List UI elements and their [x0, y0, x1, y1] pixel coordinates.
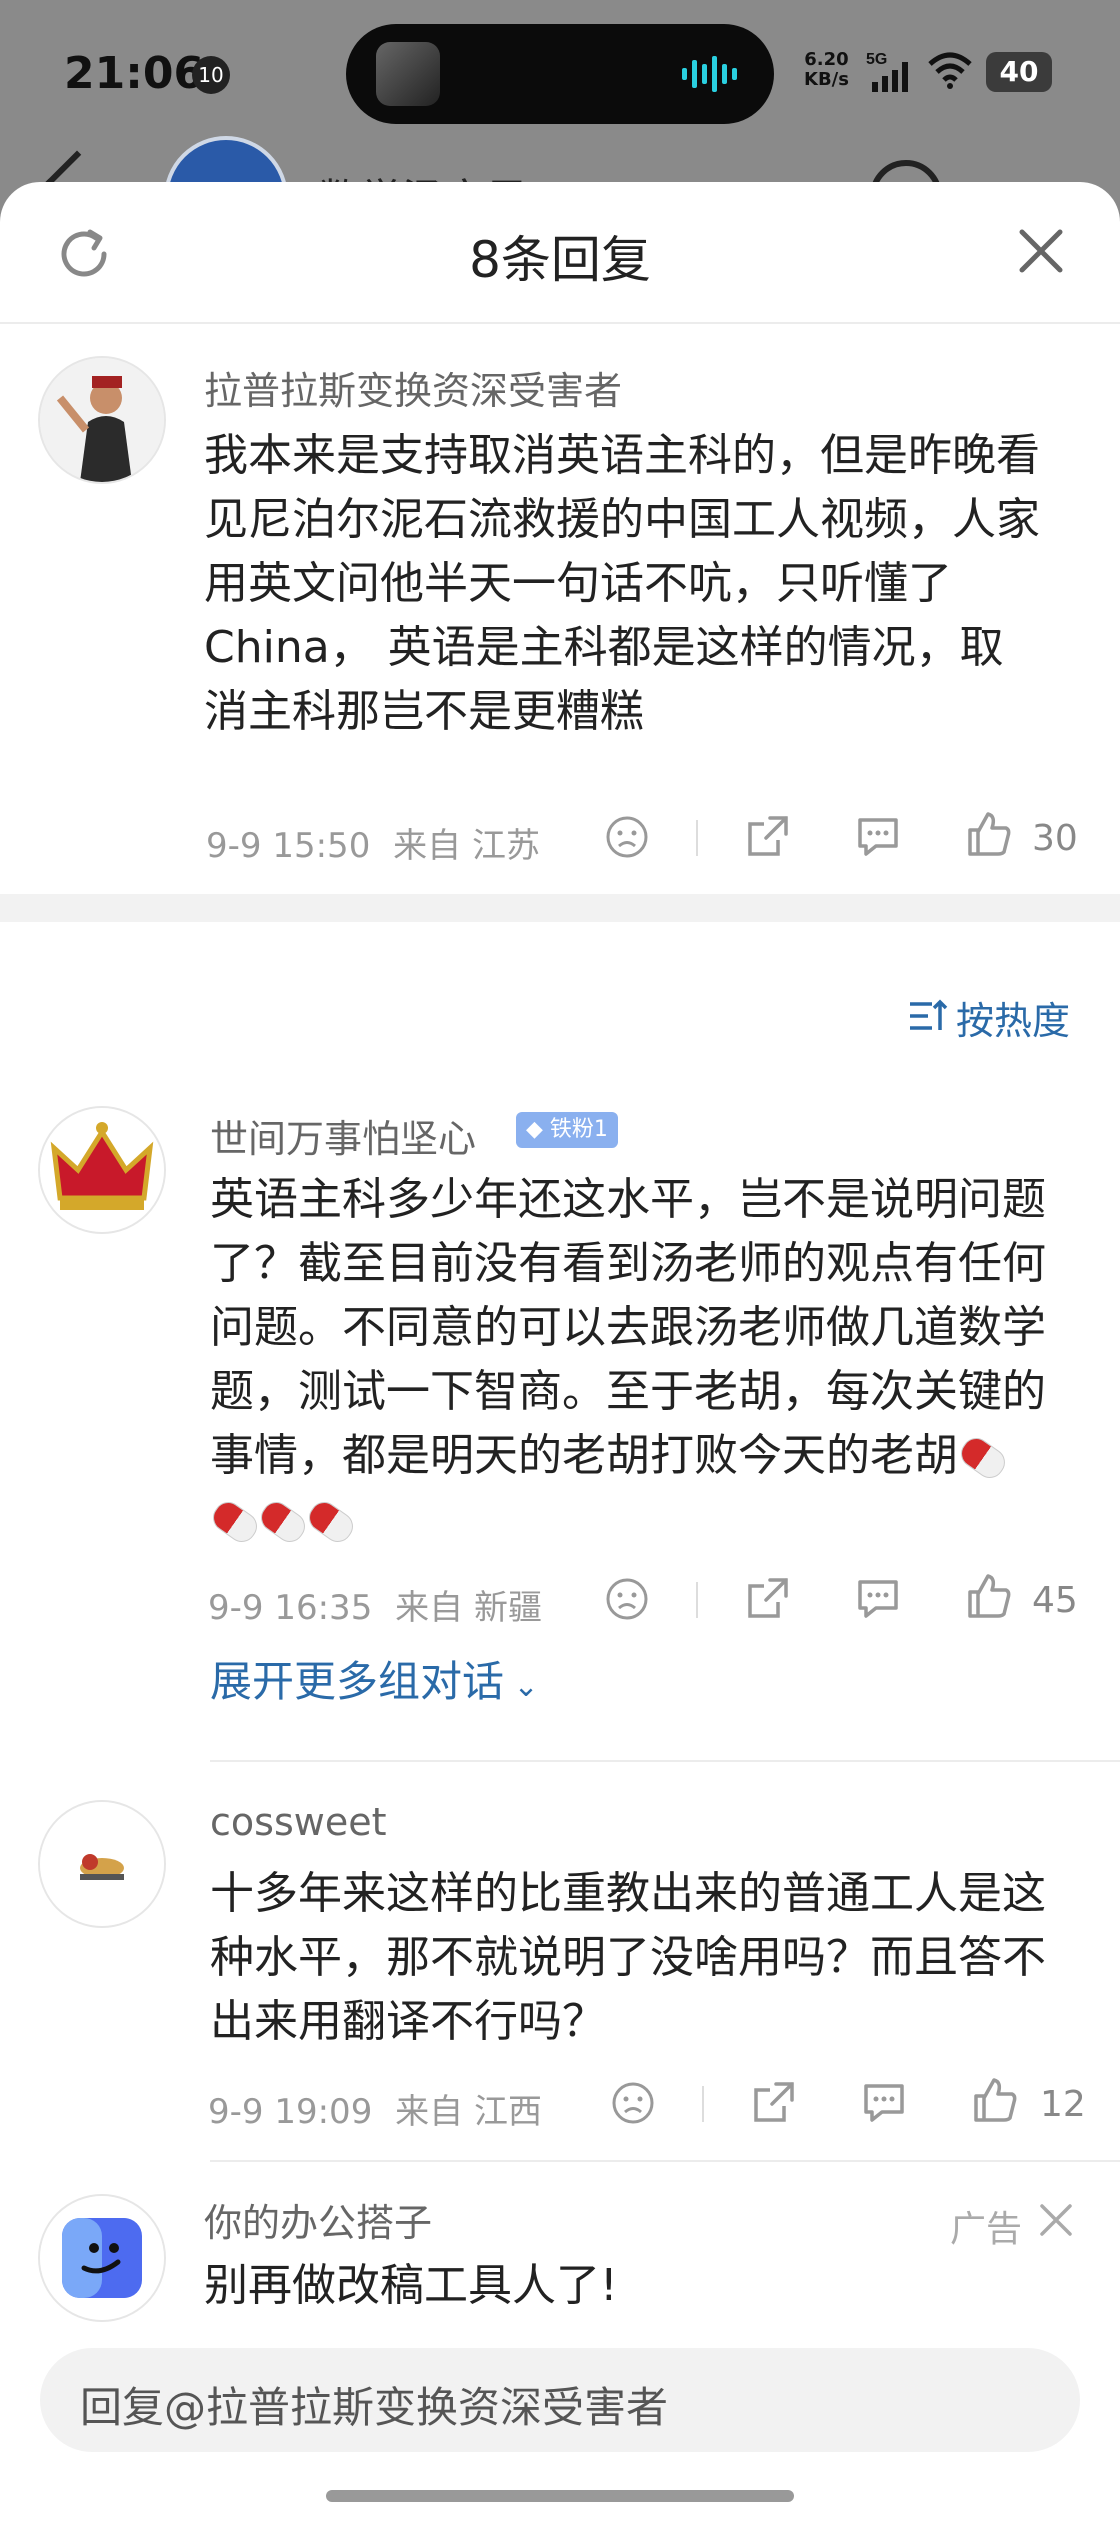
ad-label: 广告: [950, 2209, 1023, 2250]
sheet-header: 8条回复: [0, 182, 1120, 324]
fan-level-badge: ◆ 铁粉1: [516, 1112, 618, 1148]
divider: [696, 820, 698, 856]
comment-icon[interactable]: [854, 1576, 902, 1622]
home-indicator[interactable]: [326, 2490, 794, 2502]
divider: [702, 2086, 704, 2122]
dynamic-island[interactable]: [346, 24, 774, 124]
divider: [210, 1760, 1120, 1762]
reply-input-placeholder: 回复@拉普拉斯变换资深受害者: [80, 2383, 669, 2432]
share-icon[interactable]: [744, 1574, 792, 1622]
clock: 21:06: [64, 48, 205, 99]
expand-conversation-link[interactable]: 展开更多组对话 ⌄: [210, 1648, 539, 1709]
user-avatar-image: [40, 358, 164, 482]
sheet-title: 8条回复: [469, 231, 651, 289]
close-icon[interactable]: [1016, 226, 1066, 276]
avatar[interactable]: [38, 356, 166, 484]
like-icon[interactable]: [964, 1572, 1012, 1620]
close-ad-icon[interactable]: [1036, 2200, 1076, 2240]
user-avatar-image: [40, 1802, 164, 1926]
ad-content[interactable]: 别再做改稿工具人了!: [204, 2254, 1044, 2318]
dislike-face-icon[interactable]: [604, 1576, 650, 1622]
like-count: 30: [1032, 818, 1078, 859]
reply-date: 9-9 19:09 来自 江西: [208, 2092, 542, 2132]
comment-icon[interactable]: [854, 814, 902, 860]
reply-sheet: 8条回复 拉普拉斯变换资深受害者 我本来是支持取消英语主科的，但是昨晚看见尼泊尔…: [0, 182, 1120, 2528]
avatar[interactable]: [38, 1106, 166, 1234]
comment-icon[interactable]: [860, 2080, 908, 2126]
avatar[interactable]: [38, 1800, 166, 1928]
notification-count-badge: 10: [192, 56, 230, 94]
comment-username[interactable]: 拉普拉斯变换资深受害者: [204, 360, 622, 415]
signal-5g-icon: 5G: [866, 51, 908, 92]
svg-text:5G: 5G: [866, 51, 887, 68]
share-icon[interactable]: [744, 812, 792, 860]
net-speed: 6.20 KB/s: [804, 49, 849, 90]
crown-avatar-image: [40, 1108, 164, 1232]
comment-content: 我本来是支持取消英语主科的，但是昨晚看见尼泊尔泥石流救援的中国工人视频，人家用英…: [204, 430, 1040, 737]
wifi-icon: [928, 52, 972, 89]
media-thumbnail: [376, 42, 440, 106]
divider: [696, 1582, 698, 1618]
chevron-down-icon: ⌄: [504, 1669, 539, 1704]
share-icon[interactable]: [750, 2078, 798, 2126]
divider: [210, 2160, 1120, 2162]
reply-content: 十多年来这样的比重教出来的普通工人是这种水平，那不就说明了没啥用吗？而且答不出来…: [210, 1868, 1046, 2047]
reply-username[interactable]: 世间万事怕坚心: [210, 1108, 476, 1163]
dislike-face-icon[interactable]: [604, 814, 650, 860]
section-divider: [0, 894, 1120, 922]
ad-username[interactable]: 你的办公搭子: [204, 2192, 432, 2247]
ad-logo-image: [40, 2196, 164, 2320]
like-icon[interactable]: [964, 810, 1012, 858]
audio-wave-icon: [682, 56, 737, 92]
like-icon[interactable]: [970, 2076, 1018, 2124]
comment-date: 9-9 15:50 来自 江苏: [206, 826, 540, 866]
sort-icon[interactable]: [908, 996, 948, 1036]
ad-avatar[interactable]: [38, 2194, 166, 2322]
battery-indicator: 40: [986, 52, 1052, 92]
reply-input[interactable]: 回复@拉普拉斯变换资深受害者: [40, 2348, 1080, 2452]
like-count: 12: [1040, 2084, 1086, 2125]
like-count: 45: [1032, 1580, 1078, 1621]
reply-date: 9-9 16:35 来自 新疆: [208, 1588, 542, 1628]
sort-by-heat-button[interactable]: 按热度: [956, 990, 1070, 1045]
dislike-face-icon[interactable]: [610, 2080, 656, 2126]
reply-content: 英语主科多少年还这水平，岂不是说明问题了？截至目前没有看到汤老师的观点有任何问题…: [207, 1168, 1050, 1552]
reply-username[interactable]: cossweet: [210, 1800, 386, 1844]
diamond-icon: ◆: [526, 1117, 550, 1142]
status-bar: 21:06 10 6.20 KB/s 5G 40: [0, 0, 1120, 150]
